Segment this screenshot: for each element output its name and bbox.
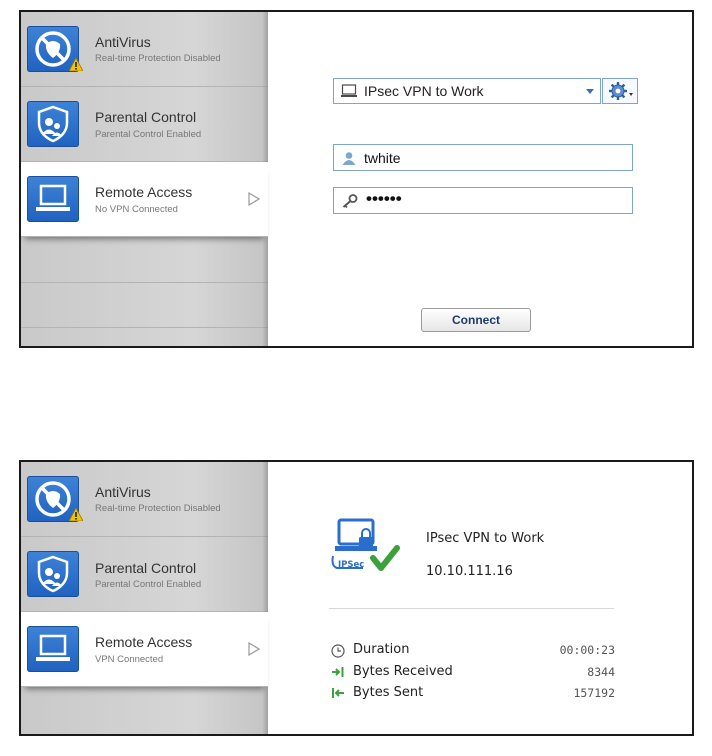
sidebar-item-parental-control[interactable]: Parental Control Parental Control Enable…	[21, 87, 268, 162]
sidebar-empty-row	[21, 237, 268, 283]
sidebar-item-title: AntiVirus	[95, 484, 151, 500]
ip-address: 10.10.111.16	[426, 564, 513, 579]
stat-row-duration: Duration 00:00:23	[331, 642, 615, 660]
ipsec-icon-label: IPSec	[338, 560, 364, 570]
sidebar-item-antivirus[interactable]: AntiVirus Real-time Protection Disabled	[21, 462, 268, 537]
parental-control-icon	[27, 551, 79, 597]
sidebar-item-subtitle: Parental Control Enabled	[95, 579, 202, 590]
gear-icon	[609, 82, 627, 100]
key-icon	[342, 194, 358, 208]
sidebar-item-subtitle: VPN Connected	[95, 654, 164, 665]
stat-row-bytes-sent: Bytes Sent 157192	[331, 685, 615, 703]
sidebar-item-remote-access[interactable]: Remote Access No VPN Connected	[21, 162, 268, 237]
sidebar-item-parental-control[interactable]: Parental Control Parental Control Enable…	[21, 537, 268, 612]
stat-value: 157192	[573, 686, 615, 700]
clock-icon	[331, 644, 345, 658]
stat-label: Bytes Sent	[353, 685, 424, 700]
sidebar-item-subtitle: Real-time Protection Disabled	[95, 53, 221, 64]
sidebar-item-title: AntiVirus	[95, 34, 151, 50]
stat-label: Bytes Received	[353, 664, 453, 679]
chevron-right-icon	[248, 642, 260, 656]
vpn-connection-select[interactable]: IPsec VPN to Work	[333, 78, 601, 104]
remote-access-panel-connected: AntiVirus Real-time Protection Disabled …	[19, 460, 694, 736]
vpn-settings-button[interactable]	[602, 78, 638, 104]
remote-access-panel-disconnected: AntiVirus Real-time Protection Disabled …	[19, 10, 694, 348]
sidebar: AntiVirus Real-time Protection Disabled …	[21, 12, 268, 346]
username-input[interactable]	[364, 147, 614, 168]
stat-value: 8344	[587, 665, 615, 679]
password-field[interactable]: ••••••	[333, 187, 633, 214]
monitor-icon	[341, 84, 357, 97]
password-input[interactable]: ••••••	[366, 189, 402, 209]
arrow-out-icon	[332, 688, 344, 698]
sidebar-item-title: Remote Access	[95, 184, 193, 200]
stat-value: 00:00:23	[559, 643, 615, 657]
connect-button[interactable]: Connect	[421, 308, 531, 332]
chevron-down-icon	[629, 93, 633, 96]
stat-row-bytes-received: Bytes Received 8344	[331, 664, 615, 682]
username-field[interactable]	[333, 144, 633, 171]
remote-access-monitor-icon	[27, 626, 79, 672]
warning-icon	[69, 58, 83, 71]
sidebar-empty-row	[21, 282, 268, 328]
remote-access-monitor-icon	[27, 176, 79, 222]
sidebar-item-subtitle: No VPN Connected	[95, 204, 178, 215]
arrow-in-icon	[332, 667, 344, 677]
chevron-right-icon	[248, 192, 260, 206]
sidebar-item-subtitle: Parental Control Enabled	[95, 129, 202, 140]
stat-label: Duration	[353, 642, 410, 657]
divider	[329, 608, 614, 609]
sidebar-item-subtitle: Real-time Protection Disabled	[95, 503, 221, 514]
sidebar-item-title: Parental Control	[95, 109, 197, 125]
sidebar-item-antivirus[interactable]: AntiVirus Real-time Protection Disabled	[21, 12, 268, 87]
connection-name: IPsec VPN to Work	[426, 531, 545, 546]
parental-control-icon	[27, 101, 79, 147]
sidebar-item-title: Remote Access	[95, 634, 193, 650]
vpn-connected-icon: IPSec	[331, 518, 400, 571]
sidebar-item-remote-access[interactable]: Remote Access VPN Connected	[21, 612, 268, 687]
chevron-down-icon	[586, 89, 594, 94]
user-icon	[342, 152, 356, 165]
vpn-status-view: IPSec IPsec VPN to Work 10.10.111.16 Dur…	[271, 462, 692, 734]
vpn-connection-selected: IPsec VPN to Work	[364, 83, 484, 99]
warning-icon	[69, 508, 83, 521]
vpn-connect-form: IPsec VPN to Work twhite •••••• Connect	[271, 12, 692, 346]
sidebar: AntiVirus Real-time Protection Disabled …	[21, 462, 268, 734]
sidebar-item-title: Parental Control	[95, 560, 197, 576]
